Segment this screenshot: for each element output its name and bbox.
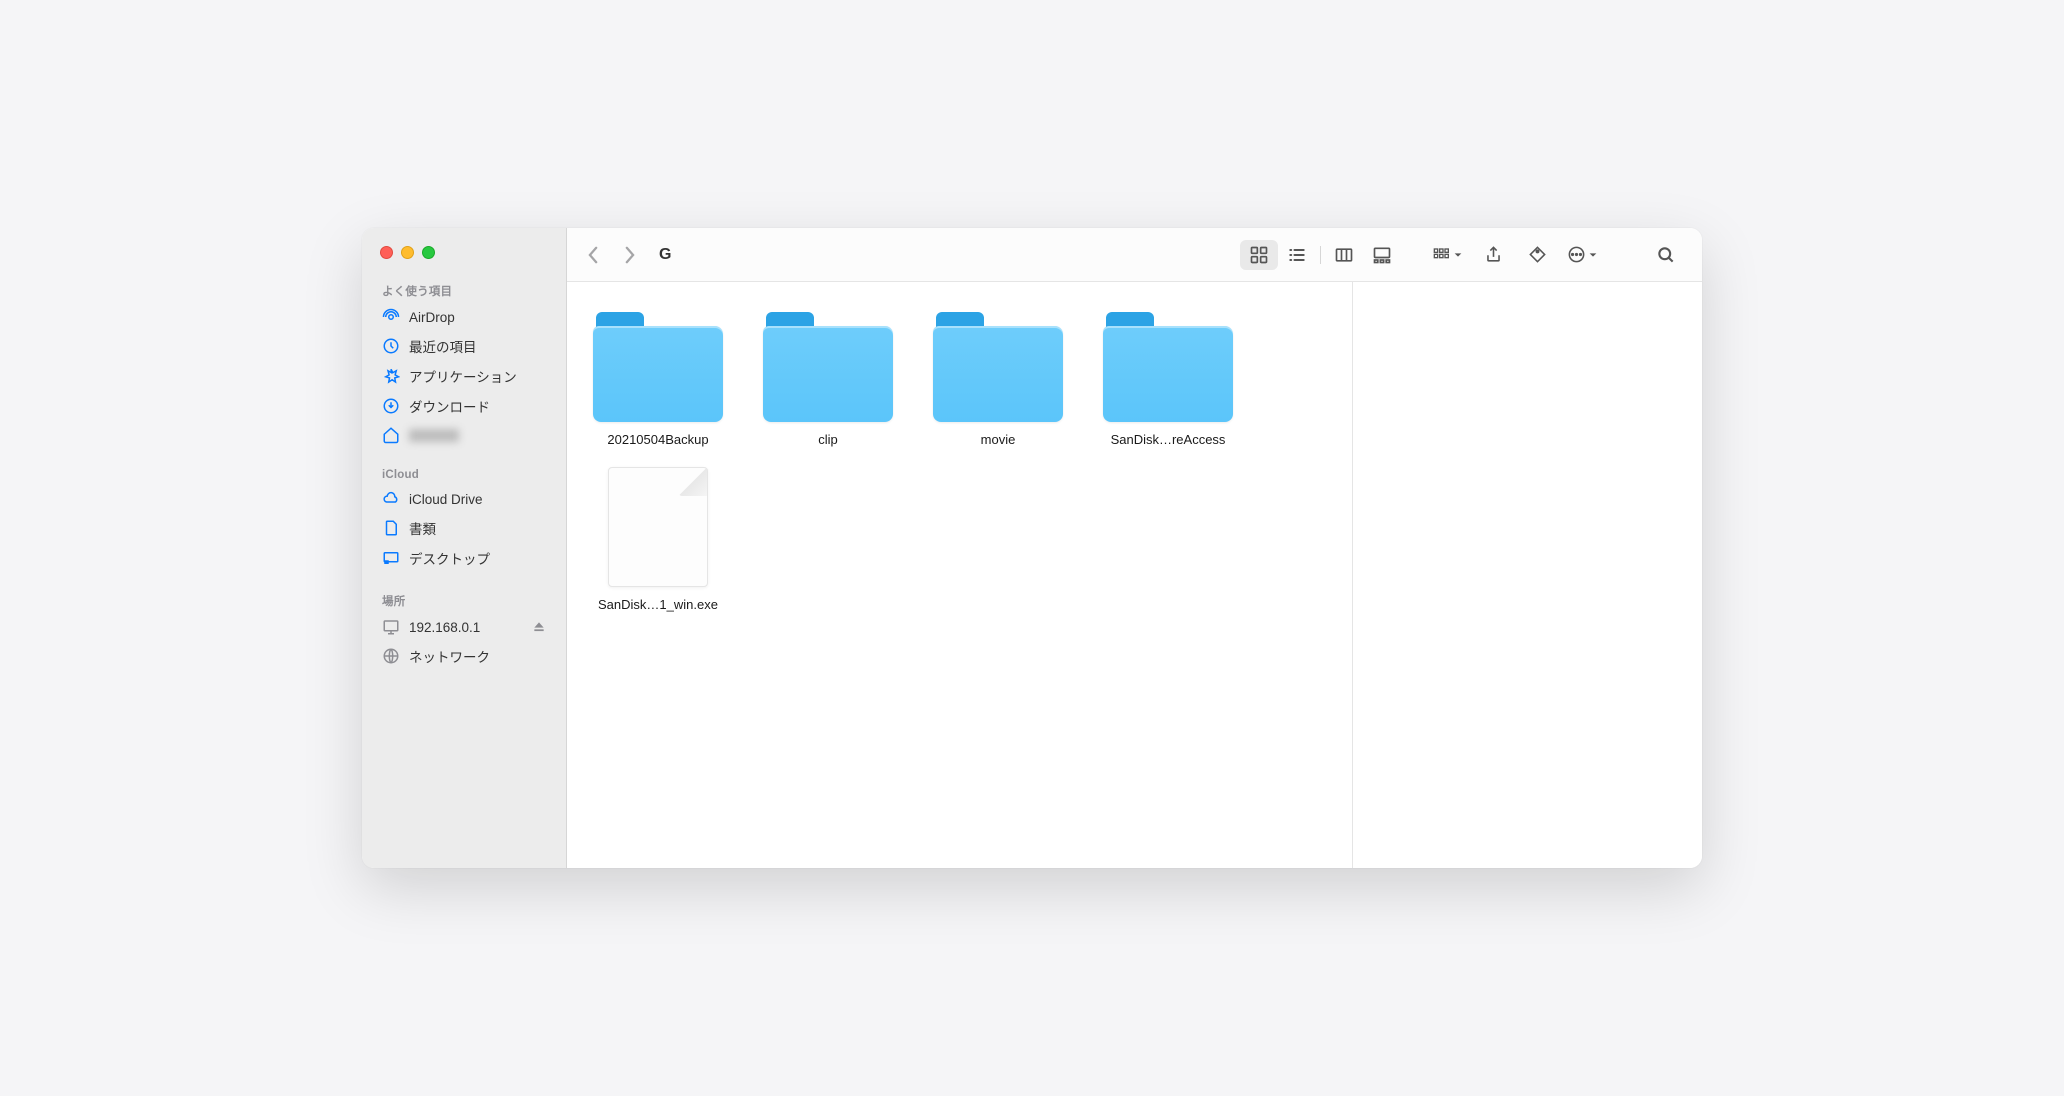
actions-button[interactable] <box>1563 241 1602 269</box>
sidebar-item-icloud-drive[interactable]: iCloud Drive <box>362 485 566 513</box>
forward-button[interactable] <box>621 245 637 265</box>
folder-icon <box>593 312 723 422</box>
sidebar-item-documents[interactable]: 書類 <box>362 513 566 543</box>
preview-panel <box>1352 282 1702 868</box>
sidebar-item-airdrop[interactable]: AirDrop <box>362 303 566 331</box>
sidebar-item-label-blurred <box>409 429 459 442</box>
view-mode-group <box>1240 240 1401 270</box>
cloud-icon <box>382 490 400 508</box>
sidebar-item-network[interactable]: ネットワーク <box>362 641 566 671</box>
airdrop-icon <box>382 308 400 326</box>
sidebar-section-icloud: iCloud <box>362 463 566 485</box>
sidebar-item-label: 最近の項目 <box>409 336 477 356</box>
apps-icon <box>382 367 400 385</box>
folder-item[interactable]: clip <box>743 302 913 447</box>
back-button[interactable] <box>585 245 601 265</box>
sidebar-section-favorites: よく使う項目 <box>362 277 566 303</box>
sidebar-item-downloads[interactable]: ダウンロード <box>362 391 566 421</box>
group-by-button[interactable] <box>1427 241 1467 269</box>
clock-icon <box>382 337 400 355</box>
globe-icon <box>382 647 400 665</box>
sidebar-item-label: 192.168.0.1 <box>409 620 480 635</box>
chevron-down-icon <box>1453 250 1463 260</box>
sidebar-item-label: アプリケーション <box>409 366 517 386</box>
minimize-button[interactable] <box>401 246 414 259</box>
window-title: G <box>659 246 671 264</box>
sidebar-item-home[interactable] <box>362 421 566 449</box>
folder-icon <box>933 312 1063 422</box>
sidebar-item-label: ダウンロード <box>409 396 490 416</box>
sidebar-item-desktop[interactable]: デスクトップ <box>362 543 566 573</box>
file-label: SanDisk…reAccess <box>1111 432 1226 447</box>
folder-icon <box>763 312 893 422</box>
sidebar-item-label: AirDrop <box>409 310 455 325</box>
file-area[interactable]: 20210504Backup clip movie SanDisk…reAcce… <box>567 282 1352 868</box>
chevron-down-icon <box>1588 250 1598 260</box>
sidebar-item-label: ネットワーク <box>409 646 490 666</box>
main-area: G <box>567 228 1702 868</box>
home-icon <box>382 426 400 444</box>
view-icons-button[interactable] <box>1240 240 1278 270</box>
sidebar-item-label: iCloud Drive <box>409 492 483 507</box>
sidebar-item-label: デスクトップ <box>409 548 490 568</box>
view-list-button[interactable] <box>1278 240 1316 270</box>
sidebar-item-applications[interactable]: アプリケーション <box>362 361 566 391</box>
download-icon <box>382 397 400 415</box>
maximize-button[interactable] <box>422 246 435 259</box>
folder-item[interactable]: SanDisk…reAccess <box>1083 302 1253 447</box>
sidebar-item-recents[interactable]: 最近の項目 <box>362 331 566 361</box>
search-button[interactable] <box>1648 241 1684 269</box>
folder-icon <box>1103 312 1233 422</box>
sidebar-section-locations: 場所 <box>362 587 566 613</box>
folder-item[interactable]: 20210504Backup <box>573 302 743 447</box>
finder-window: よく使う項目 AirDrop 最近の項目 アプリケーション ダウンロード iCl… <box>362 228 1702 868</box>
file-label: 20210504Backup <box>607 432 708 447</box>
share-button[interactable] <box>1475 241 1511 269</box>
view-columns-button[interactable] <box>1325 240 1363 270</box>
view-gallery-button[interactable] <box>1363 240 1401 270</box>
window-controls <box>362 246 566 277</box>
sidebar: よく使う項目 AirDrop 最近の項目 アプリケーション ダウンロード iCl… <box>362 228 567 868</box>
file-label: clip <box>818 432 838 447</box>
monitor-icon <box>382 618 400 636</box>
file-label: movie <box>981 432 1016 447</box>
eject-icon[interactable] <box>532 620 546 634</box>
toolbar: G <box>567 228 1702 282</box>
file-icon <box>608 467 708 587</box>
content-wrap: 20210504Backup clip movie SanDisk…reAcce… <box>567 282 1702 868</box>
close-button[interactable] <box>380 246 393 259</box>
file-label: SanDisk…1_win.exe <box>598 597 718 612</box>
sidebar-item-label: 書類 <box>409 518 436 538</box>
tags-button[interactable] <box>1519 241 1555 269</box>
desktop-icon <box>382 549 400 567</box>
sidebar-item-server[interactable]: 192.168.0.1 <box>362 613 566 641</box>
document-icon <box>382 519 400 537</box>
file-item[interactable]: SanDisk…1_win.exe <box>573 457 743 612</box>
folder-item[interactable]: movie <box>913 302 1083 447</box>
